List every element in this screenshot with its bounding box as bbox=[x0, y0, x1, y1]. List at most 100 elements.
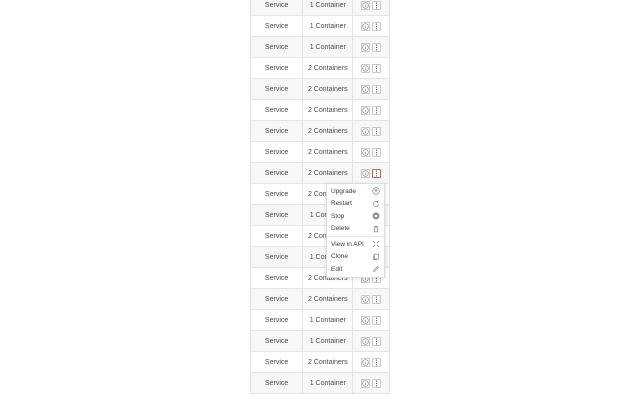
row-actions bbox=[353, 310, 389, 330]
row-actions bbox=[353, 16, 389, 36]
more-actions-button[interactable] bbox=[372, 315, 382, 325]
menu-item-edit[interactable]: Edit bbox=[327, 263, 384, 276]
info-button[interactable] bbox=[361, 21, 371, 31]
service-type: Service bbox=[251, 163, 304, 183]
more-actions-button[interactable] bbox=[372, 105, 382, 115]
row-actions bbox=[353, 331, 389, 351]
info-button[interactable] bbox=[361, 63, 371, 73]
menu-item-label: Stop bbox=[331, 212, 345, 220]
table-row: Service2 Containers bbox=[251, 289, 389, 310]
row-actions bbox=[353, 373, 389, 393]
vertical-ellipsis-icon bbox=[375, 295, 378, 303]
restart-icon bbox=[372, 200, 380, 208]
row-actions bbox=[353, 163, 389, 183]
info-circle-icon bbox=[362, 358, 370, 366]
vertical-ellipsis-icon bbox=[375, 358, 378, 366]
row-actions bbox=[353, 79, 389, 99]
info-circle-icon bbox=[362, 85, 370, 93]
menu-divider bbox=[327, 236, 384, 237]
service-type: Service bbox=[251, 310, 304, 330]
info-button[interactable] bbox=[361, 357, 371, 367]
more-actions-button[interactable] bbox=[372, 21, 382, 31]
service-type: Service bbox=[251, 226, 304, 246]
menu-item-view-in-api[interactable]: View in API bbox=[327, 238, 384, 251]
info-button[interactable] bbox=[361, 336, 371, 346]
info-circle-icon bbox=[362, 169, 370, 177]
more-actions-button[interactable] bbox=[372, 147, 382, 157]
more-actions-button[interactable] bbox=[372, 168, 382, 178]
info-button[interactable] bbox=[361, 126, 371, 136]
menu-item-clone[interactable]: Clone bbox=[327, 251, 384, 264]
service-type: Service bbox=[251, 100, 304, 120]
more-actions-button[interactable] bbox=[372, 0, 382, 10]
menu-item-label: View in API bbox=[331, 240, 364, 248]
info-circle-icon bbox=[362, 22, 370, 30]
table-row: Service1 Container bbox=[251, 310, 389, 331]
more-actions-button[interactable] bbox=[372, 378, 382, 388]
info-button[interactable] bbox=[361, 147, 371, 157]
service-type: Service bbox=[251, 247, 304, 267]
menu-item-restart[interactable]: Restart bbox=[327, 198, 384, 211]
menu-item-upgrade[interactable]: Upgrade bbox=[327, 185, 384, 198]
more-actions-button[interactable] bbox=[372, 294, 382, 304]
service-type: Service bbox=[251, 0, 304, 15]
container-count: 2 Containers bbox=[303, 142, 354, 162]
container-count: 1 Container bbox=[303, 331, 354, 351]
info-button[interactable] bbox=[361, 42, 371, 52]
container-count: 2 Containers bbox=[303, 100, 354, 120]
service-type: Service bbox=[251, 289, 304, 309]
table-row: Service2 Containers bbox=[251, 142, 389, 163]
vertical-ellipsis-icon bbox=[375, 127, 378, 135]
container-count: 2 Containers bbox=[303, 58, 354, 78]
info-button[interactable] bbox=[361, 378, 371, 388]
table-row: Service1 Container bbox=[251, 331, 389, 352]
info-button[interactable] bbox=[361, 84, 371, 94]
vertical-ellipsis-icon bbox=[375, 43, 378, 51]
row-actions bbox=[353, 100, 389, 120]
container-count: 2 Containers bbox=[303, 289, 354, 309]
info-button[interactable] bbox=[361, 105, 371, 115]
info-circle-icon bbox=[362, 316, 370, 324]
info-circle-icon bbox=[362, 64, 370, 72]
table-row: Service1 Container bbox=[251, 16, 389, 37]
more-actions-button[interactable] bbox=[372, 63, 382, 73]
menu-item-delete[interactable]: Delete bbox=[327, 223, 384, 236]
stop-icon bbox=[372, 212, 380, 220]
service-type: Service bbox=[251, 121, 304, 141]
container-count: 1 Container bbox=[303, 0, 354, 15]
service-type: Service bbox=[251, 268, 304, 288]
table-row: Service1 Container bbox=[251, 373, 389, 394]
info-circle-icon bbox=[362, 337, 370, 345]
table-row: Service2 Containers bbox=[251, 163, 389, 184]
table-row: Service2 Containers bbox=[251, 79, 389, 100]
vertical-ellipsis-icon bbox=[375, 379, 378, 387]
vertical-ellipsis-icon bbox=[375, 85, 378, 93]
vertical-ellipsis-icon bbox=[375, 106, 378, 114]
service-type: Service bbox=[251, 373, 304, 393]
vertical-ellipsis-icon bbox=[375, 148, 378, 156]
more-actions-button[interactable] bbox=[372, 357, 382, 367]
more-actions-button[interactable] bbox=[372, 42, 382, 52]
container-count: 1 Container bbox=[303, 37, 354, 57]
service-type: Service bbox=[251, 184, 304, 204]
info-circle-icon bbox=[362, 148, 370, 156]
row-actions-menu: Upgrade Restart Stop Delete View in API … bbox=[326, 183, 385, 278]
more-actions-button[interactable] bbox=[372, 84, 382, 94]
info-button[interactable] bbox=[361, 168, 371, 178]
info-circle-icon bbox=[362, 1, 370, 9]
table-row: Service2 Containers bbox=[251, 352, 389, 373]
row-actions bbox=[353, 58, 389, 78]
service-type: Service bbox=[251, 58, 304, 78]
info-button[interactable] bbox=[361, 315, 371, 325]
info-button[interactable] bbox=[361, 0, 371, 10]
row-actions bbox=[353, 289, 389, 309]
trash-icon bbox=[372, 225, 380, 233]
more-actions-button[interactable] bbox=[372, 126, 382, 136]
menu-item-label: Restart bbox=[331, 200, 352, 208]
info-button[interactable] bbox=[361, 294, 371, 304]
container-count: 1 Container bbox=[303, 310, 354, 330]
container-count: 2 Containers bbox=[303, 79, 354, 99]
more-actions-button[interactable] bbox=[372, 336, 382, 346]
menu-item-stop[interactable]: Stop bbox=[327, 210, 384, 223]
menu-item-label: Edit bbox=[331, 265, 343, 273]
